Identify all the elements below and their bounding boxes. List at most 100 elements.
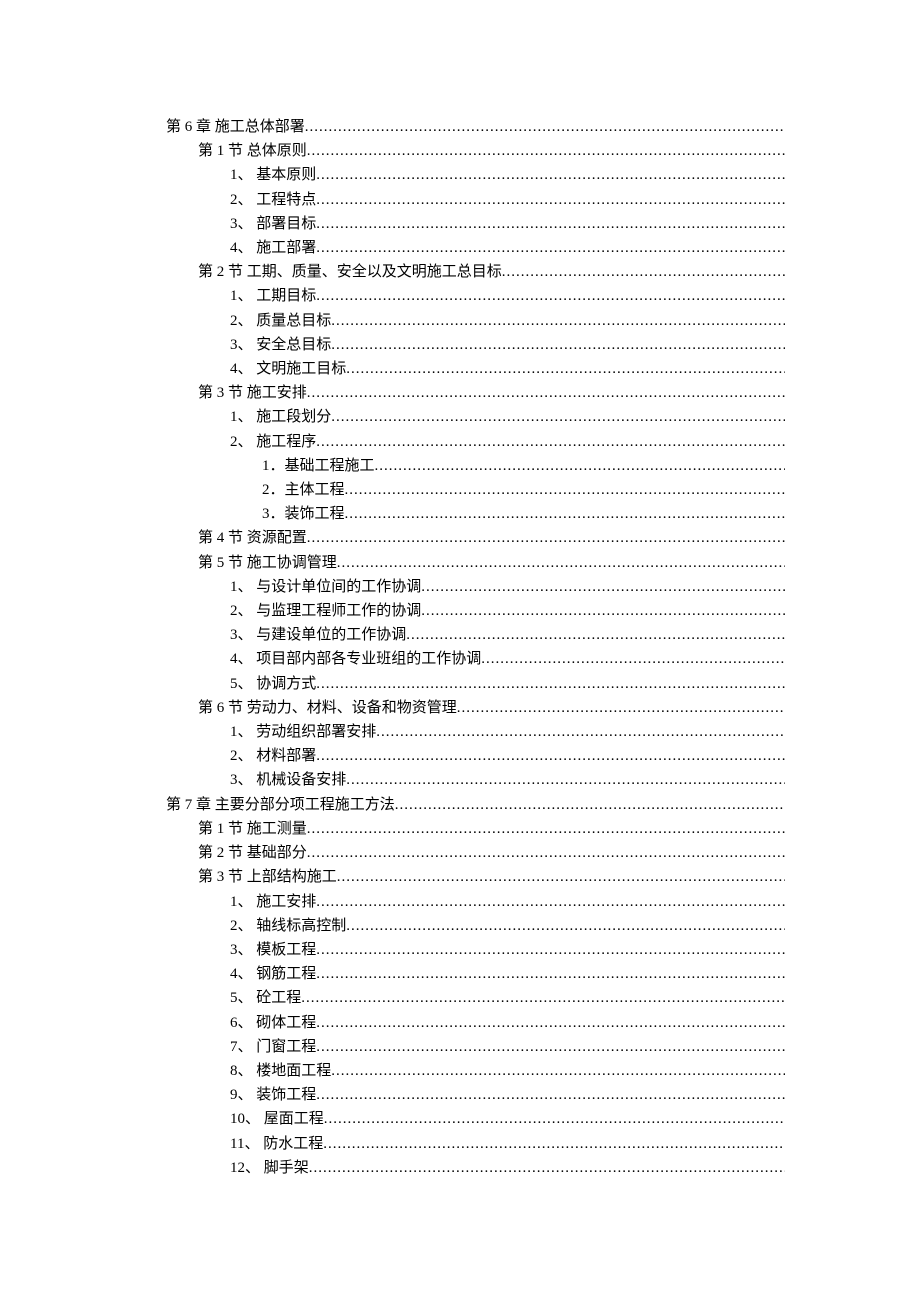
toc-entry-label: 3、 部署目标 [230, 212, 316, 236]
toc-entry-label: 第 1 节 总体原则 [198, 139, 307, 163]
toc-entry: 1、 劳动组织部署安排 [166, 720, 785, 744]
toc-entry: 1、 工期目标 [166, 284, 785, 308]
toc-leader-dots [316, 236, 785, 260]
toc-entry: 11、 防水工程 [166, 1132, 785, 1156]
toc-entry-label: 2、 工程特点 [230, 188, 316, 212]
toc-entry-label: 1、 基本原则 [230, 163, 316, 187]
toc-leader-dots [301, 986, 785, 1010]
toc-entry: 第 6 章 施工总体部署 [166, 115, 785, 139]
toc-entry: 5、 协调方式 [166, 672, 785, 696]
toc-entry: 1、 与设计单位间的工作协调 [166, 575, 785, 599]
toc-entry: 2．主体工程 [166, 478, 785, 502]
toc-entry-label: 12、 脚手架 [230, 1156, 309, 1180]
toc-leader-dots [331, 309, 785, 333]
toc-entry-label: 第 7 章 主要分部分项工程施工方法 [166, 793, 395, 817]
toc-entry: 12、 脚手架 [166, 1156, 785, 1180]
toc-entry-label: 2、 与监理工程师工作的协调 [230, 599, 421, 623]
toc-entry: 3、 与建设单位的工作协调 [166, 623, 785, 647]
toc-entry: 5、 砼工程 [166, 986, 785, 1010]
toc-entry: 2、 轴线标高控制 [166, 914, 785, 938]
toc-entry: 4、 施工部署 [166, 236, 785, 260]
toc-entry: 3、 模板工程 [166, 938, 785, 962]
toc-entry-label: 10、 屋面工程 [230, 1107, 324, 1131]
toc-entry-label: 2、 轴线标高控制 [230, 914, 346, 938]
toc-leader-dots [346, 914, 785, 938]
toc-entry-label: 3、 安全总目标 [230, 333, 331, 357]
toc-leader-dots [316, 938, 785, 962]
toc-entry-label: 4、 施工部署 [230, 236, 316, 260]
toc-leader-dots [457, 696, 785, 720]
toc-entry-label: 第 2 节 工期、质量、安全以及文明施工总目标 [198, 260, 502, 284]
toc-entry-label: 1、 施工段划分 [230, 405, 331, 429]
toc-entry-label: 3、 与建设单位的工作协调 [230, 623, 406, 647]
toc-entry-label: 11、 防水工程 [230, 1132, 323, 1156]
toc-entry-label: 2、 质量总目标 [230, 309, 331, 333]
toc-entry: 第 5 节 施工协调管理 [166, 551, 785, 575]
toc-leader-dots [316, 1035, 785, 1059]
toc-leader-dots [316, 430, 785, 454]
toc-entry-label: 4、 钢筋工程 [230, 962, 316, 986]
toc-entry-label: 8、 楼地面工程 [230, 1059, 331, 1083]
toc-leader-dots [305, 115, 785, 139]
toc-leader-dots [316, 163, 785, 187]
toc-leader-dots [406, 623, 785, 647]
toc-leader-dots [307, 381, 785, 405]
toc-entry-label: 第 5 节 施工协调管理 [198, 551, 337, 575]
toc-leader-dots [421, 599, 785, 623]
toc-entry-label: 3．装饰工程 [262, 502, 345, 526]
toc-entry: 9、 装饰工程 [166, 1083, 785, 1107]
toc-leader-dots [395, 793, 785, 817]
toc-entry-label: 1．基础工程施工 [262, 454, 375, 478]
toc-entry: 第 1 节 施工测量 [166, 817, 785, 841]
toc-entry: 第 4 节 资源配置 [166, 526, 785, 550]
toc-leader-dots [316, 744, 785, 768]
toc-entry: 2、 与监理工程师工作的协调 [166, 599, 785, 623]
toc-leader-dots [316, 284, 785, 308]
toc-entry-label: 第 3 节 上部结构施工 [198, 865, 337, 889]
toc-leader-dots [376, 720, 785, 744]
toc-leader-dots [307, 139, 785, 163]
toc-entry-label: 5、 协调方式 [230, 672, 316, 696]
toc-entry: 第 7 章 主要分部分项工程施工方法 [166, 793, 785, 817]
toc-entry: 2、 工程特点 [166, 188, 785, 212]
toc-leader-dots [337, 551, 785, 575]
toc-entry: 第 3 节 施工安排 [166, 381, 785, 405]
toc-entry: 3、 部署目标 [166, 212, 785, 236]
toc-entry-label: 2、 材料部署 [230, 744, 316, 768]
toc-entry-label: 第 6 节 劳动力、材料、设备和物资管理 [198, 696, 457, 720]
toc-leader-dots [337, 865, 785, 889]
toc-leader-dots [323, 1132, 785, 1156]
toc-leader-dots [421, 575, 785, 599]
toc-entry: 1、 施工安排 [166, 890, 785, 914]
toc-entry: 4、 文明施工目标 [166, 357, 785, 381]
toc-entry-label: 第 3 节 施工安排 [198, 381, 307, 405]
toc-entry-label: 2、 施工程序 [230, 430, 316, 454]
toc-entry: 1．基础工程施工 [166, 454, 785, 478]
toc-entry-label: 3、 机械设备安排 [230, 768, 346, 792]
toc-leader-dots [346, 357, 785, 381]
toc-entry-label: 3、 模板工程 [230, 938, 316, 962]
toc-entry: 2、 材料部署 [166, 744, 785, 768]
toc-leader-dots [345, 502, 785, 526]
toc-entry-label: 4、 项目部内部各专业班组的工作协调 [230, 647, 481, 671]
toc-entry-label: 6、 砌体工程 [230, 1011, 316, 1035]
toc-entry: 3．装饰工程 [166, 502, 785, 526]
toc-leader-dots [316, 188, 785, 212]
toc-leader-dots [316, 890, 785, 914]
toc-entry-label: 9、 装饰工程 [230, 1083, 316, 1107]
toc-entry: 2、 施工程序 [166, 430, 785, 454]
toc-entry: 第 1 节 总体原则 [166, 139, 785, 163]
table-of-contents: 第 6 章 施工总体部署第 1 节 总体原则1、 基本原则2、 工程特点3、 部… [166, 115, 785, 1180]
toc-entry: 第 2 节 工期、质量、安全以及文明施工总目标 [166, 260, 785, 284]
toc-leader-dots [316, 672, 785, 696]
toc-entry-label: 第 6 章 施工总体部署 [166, 115, 305, 139]
toc-leader-dots [307, 817, 785, 841]
toc-entry-label: 第 2 节 基础部分 [198, 841, 307, 865]
toc-leader-dots [316, 962, 785, 986]
toc-entry-label: 1、 工期目标 [230, 284, 316, 308]
toc-entry-label: 第 4 节 资源配置 [198, 526, 307, 550]
toc-entry: 1、 施工段划分 [166, 405, 785, 429]
toc-entry-label: 7、 门窗工程 [230, 1035, 316, 1059]
toc-entry-label: 1、 施工安排 [230, 890, 316, 914]
toc-entry: 8、 楼地面工程 [166, 1059, 785, 1083]
